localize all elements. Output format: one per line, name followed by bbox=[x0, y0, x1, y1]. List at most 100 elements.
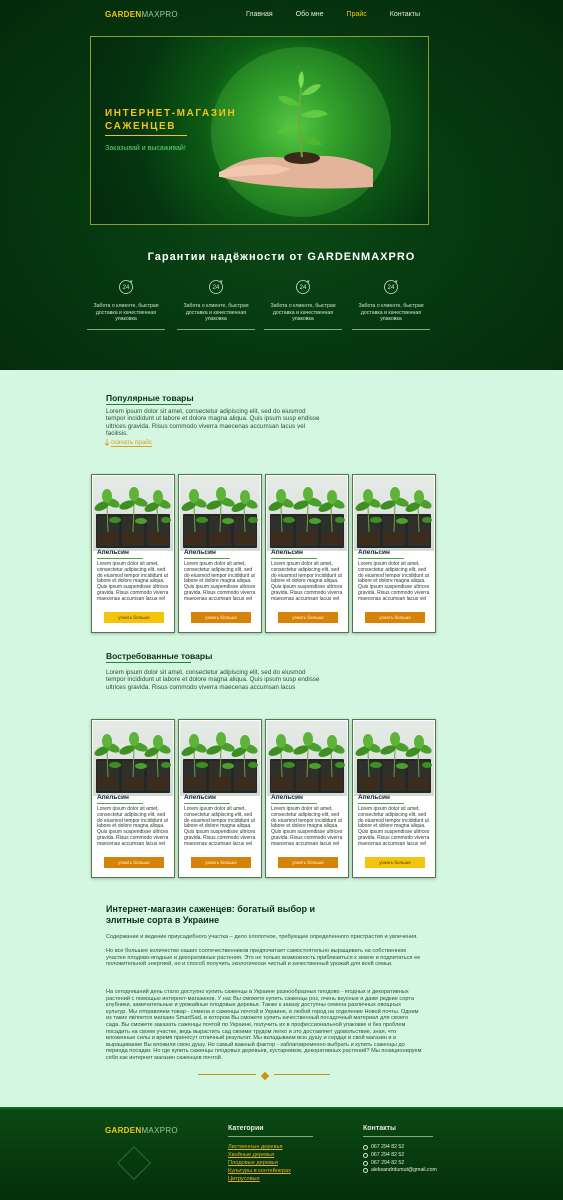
phone-icon bbox=[363, 1144, 368, 1150]
logo-part-1: GARDEN bbox=[105, 10, 142, 19]
demanded-text: Lorem ipsum dolor sit amet, consectetur … bbox=[106, 669, 320, 691]
product-card[interactable]: Апельсин Lorem ipsum dolor sit amet, cons… bbox=[178, 719, 262, 878]
product-card[interactable]: Апельсин Lorem ipsum dolor sit amet, cons… bbox=[352, 474, 436, 633]
popular-text: Lorem ipsum dolor sit amet, consectetur … bbox=[106, 408, 320, 438]
24-hours-icon: 24 bbox=[296, 280, 310, 294]
learn-more-button[interactable]: узнать больше bbox=[191, 857, 251, 868]
nav-item-price[interactable]: Прайс bbox=[347, 11, 367, 18]
feature-underline bbox=[87, 328, 165, 330]
footer-logo[interactable]: GARDENMAXPRO bbox=[105, 1126, 178, 1135]
phone-icon bbox=[363, 1160, 368, 1166]
learn-more-button[interactable]: узнать больше bbox=[278, 612, 338, 623]
product-description: Lorem ipsum dolor sit amet, consectetur … bbox=[271, 806, 343, 847]
divider-left bbox=[198, 1074, 256, 1075]
learn-more-button[interactable]: узнать больше bbox=[104, 612, 164, 623]
mail-icon bbox=[363, 1167, 368, 1173]
product-image[interactable] bbox=[354, 721, 434, 796]
footer-logo-part-2: MAXPRO bbox=[141, 1126, 178, 1135]
nav-item-home[interactable]: Главная bbox=[246, 11, 273, 18]
footer-phone[interactable]: 067 294 82 52 bbox=[363, 1144, 404, 1150]
footer-email[interactable]: aleksandrdumut@gmail.com bbox=[363, 1167, 437, 1173]
product-title-underline bbox=[184, 803, 230, 804]
24-hours-icon: 24 bbox=[209, 280, 223, 294]
24-hours-icon: 24 bbox=[384, 280, 398, 294]
product-card[interactable]: Апельсин Lorem ipsum dolor sit amet, cons… bbox=[265, 719, 349, 878]
product-card[interactable]: Апельсин Lorem ipsum dolor sit amet, cons… bbox=[91, 719, 175, 878]
product-title: Апельсин bbox=[271, 794, 303, 801]
learn-more-button[interactable]: узнать больше bbox=[278, 857, 338, 868]
learn-more-button[interactable]: узнать больше bbox=[104, 857, 164, 868]
feature-text: Забота о клиенте, быстрая доставка и кач… bbox=[183, 303, 249, 323]
demanded-title: Востребованные товары bbox=[106, 651, 213, 661]
footer-category-link[interactable]: Плодовые деревья bbox=[228, 1160, 278, 1166]
footer-categories-title: Категории bbox=[228, 1125, 264, 1132]
product-title-underline bbox=[97, 558, 143, 559]
footer-categories-underline bbox=[228, 1136, 313, 1137]
product-title-underline bbox=[358, 558, 404, 559]
svg-text:24: 24 bbox=[123, 285, 130, 291]
learn-more-button[interactable]: узнать больше bbox=[365, 612, 425, 623]
footer-category-link[interactable]: Хвойные деревья bbox=[228, 1152, 274, 1158]
phone-icon bbox=[363, 1152, 368, 1158]
demanded-title-underline bbox=[106, 662, 191, 663]
logo-part-2: MAXPRO bbox=[141, 10, 178, 19]
footer-phone[interactable]: 067 294 82 52 bbox=[363, 1160, 404, 1166]
footer-category-link[interactable]: Цитрусовые bbox=[228, 1176, 260, 1182]
product-title: Апельсин bbox=[184, 794, 216, 801]
product-title-underline bbox=[271, 803, 317, 804]
footer-phone[interactable]: 067 294 82 52 bbox=[363, 1152, 404, 1158]
shop-title: Интернет-магазин саженцев: богатый выбор… bbox=[106, 904, 316, 925]
nav-item-about[interactable]: Обо мне bbox=[296, 11, 324, 18]
feature-item: 24 Забота о клиенте, быстрая доставка и … bbox=[352, 279, 430, 330]
product-card[interactable]: Апельсин Lorem ipsum dolor sit amet, cons… bbox=[265, 474, 349, 633]
product-description: Lorem ipsum dolor sit amet, consectetur … bbox=[358, 561, 430, 602]
hero-title: ИНТЕРНЕТ-МАГАЗИН САЖЕНЦЕВ bbox=[105, 108, 237, 132]
feature-underline bbox=[264, 328, 342, 330]
divider-diamond bbox=[260, 1071, 270, 1081]
product-description: Lorem ipsum dolor sit amet, consectetur … bbox=[184, 561, 256, 602]
product-image[interactable] bbox=[180, 721, 260, 796]
learn-more-button[interactable]: узнать больше bbox=[191, 612, 251, 623]
product-title: Апельсин bbox=[358, 794, 390, 801]
footer-category-link[interactable]: Лиственные деревья bbox=[228, 1144, 283, 1150]
product-image[interactable] bbox=[354, 476, 434, 551]
popular-title: Популярные товары bbox=[106, 393, 194, 403]
product-image[interactable] bbox=[93, 721, 173, 796]
svg-text:24: 24 bbox=[213, 285, 220, 291]
shop-paragraph-3: На сегодняшний день стало доступно купит… bbox=[106, 989, 422, 1061]
product-card[interactable]: Апельсин Lorem ipsum dolor sit amet, cons… bbox=[352, 719, 436, 878]
product-description: Lorem ipsum dolor sit amet, consectetur … bbox=[271, 561, 343, 602]
footer-contacts-underline bbox=[363, 1136, 433, 1137]
phone-number: 067 294 82 52 bbox=[371, 1160, 405, 1166]
logo[interactable]: GARDENMAXPRO bbox=[105, 10, 178, 19]
product-card[interactable]: Апельсин Lorem ipsum dolor sit amet, cons… bbox=[91, 474, 175, 633]
product-title-underline bbox=[358, 803, 404, 804]
learn-more-button[interactable]: узнать больше bbox=[365, 857, 425, 868]
product-image[interactable] bbox=[267, 476, 347, 551]
feature-item: 24 Забота о клиенте, быстрая доставка и … bbox=[264, 279, 342, 330]
feature-underline bbox=[177, 328, 255, 330]
product-title: Апельсин bbox=[358, 549, 390, 556]
svg-text:24: 24 bbox=[388, 285, 395, 291]
hero-section: GARDENMAXPRO Главная Обо мне Прайс Конта… bbox=[0, 0, 563, 370]
footer bbox=[0, 1107, 563, 1200]
product-image[interactable] bbox=[267, 721, 347, 796]
product-image[interactable] bbox=[93, 476, 173, 551]
product-image[interactable] bbox=[180, 476, 260, 551]
product-description: Lorem ipsum dolor sit amet, consectetur … bbox=[184, 806, 256, 847]
shop-paragraph-1: Содержание и ведение приусадебного участ… bbox=[106, 934, 418, 940]
main-nav: Главная Обо мне Прайс Контакты bbox=[246, 11, 420, 18]
svg-text:24: 24 bbox=[300, 285, 307, 291]
popular-title-underline bbox=[106, 404, 191, 405]
footer-contacts-title: Контакты bbox=[363, 1125, 397, 1132]
product-description: Lorem ipsum dolor sit amet, consectetur … bbox=[97, 561, 169, 602]
feature-item: 24 Забота о клиенте, быстрая доставка и … bbox=[177, 279, 255, 330]
product-description: Lorem ipsum dolor sit amet, consectetur … bbox=[358, 806, 430, 847]
nav-item-contacts[interactable]: Контакты bbox=[390, 11, 420, 18]
download-price-link[interactable]: скачать прайс bbox=[111, 439, 153, 447]
guarantee-title: Гарантии надёжности от GARDENMAXPRO bbox=[147, 251, 416, 263]
footer-category-link[interactable]: Культуры в контейнерах bbox=[228, 1168, 291, 1174]
product-title: Апельсин bbox=[271, 549, 303, 556]
product-description: Lorem ipsum dolor sit amet, consectetur … bbox=[97, 806, 169, 847]
product-card[interactable]: Апельсин Lorem ipsum dolor sit amet, cons… bbox=[178, 474, 262, 633]
